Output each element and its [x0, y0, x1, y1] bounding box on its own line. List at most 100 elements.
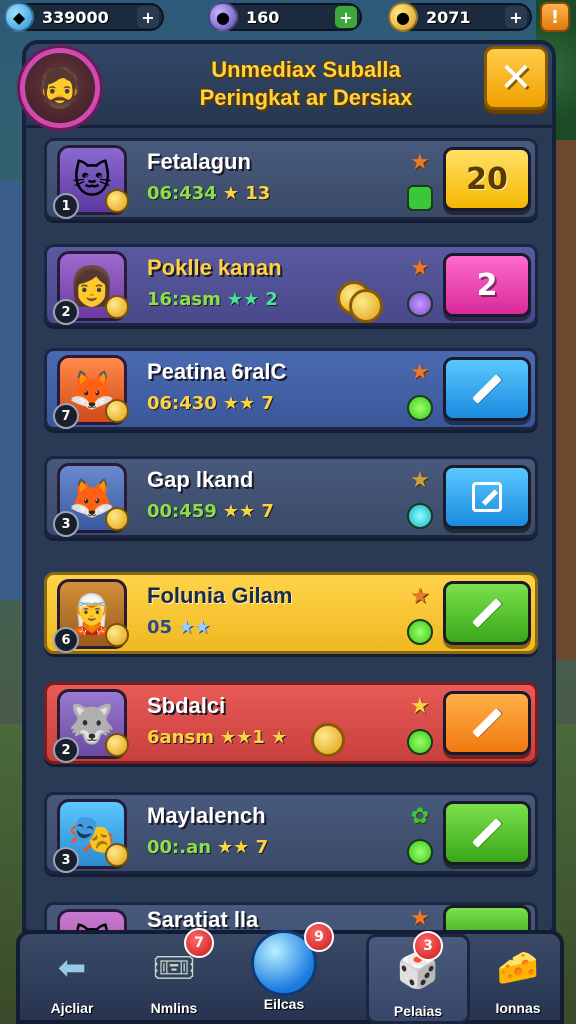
green-orb-icon — [407, 839, 433, 865]
coin-add-button[interactable]: + — [505, 6, 527, 28]
pencil-icon — [472, 374, 502, 404]
nav-item-events[interactable]: 9 Eilcas — [234, 922, 334, 1024]
panel-header: 🧔 Unmediax Suballa Peringkat ar Dersiax … — [20, 44, 552, 128]
nav-item-dice[interactable]: 🎲 3 Pelaias — [366, 931, 470, 1024]
page-title: Unmediax Suballa Peringkat ar Dersiax — [156, 56, 456, 112]
rank-value-button[interactable]: 2 — [443, 253, 531, 317]
player-stars: ★★ 2 — [226, 289, 278, 310]
green-orb-icon — [407, 729, 433, 755]
star-icon: ★ — [410, 905, 430, 931]
player-avatar[interactable]: 🧔 — [20, 48, 100, 128]
alert-button[interactable]: ! — [540, 2, 570, 32]
player-name: Gap lkand — [147, 467, 254, 492]
nav-item-rewards[interactable]: 🧀 Ionnas — [468, 934, 568, 1024]
player-name: Peatina 6ralC — [147, 359, 287, 384]
leaderboard-row[interactable]: 🎭 3 Maylalench 00:.an ★★ 7 ✿ — [44, 792, 538, 874]
rank-badge: 1 — [53, 193, 79, 219]
leaderboard-row[interactable]: 🦊 3 Gap lkand 00:459 ★★ 7 ★ — [44, 456, 538, 538]
leaderboard-row[interactable]: 👩 2 Poklle kanan 16:asm ★★ 2 ★ 2 — [44, 244, 538, 326]
nav-label: Ajcliar — [50, 1000, 94, 1016]
rank-badge: 3 — [53, 511, 79, 537]
player-name: Sbdalci — [147, 693, 226, 718]
notification-badge: 9 — [304, 922, 334, 952]
player-stars: ★★1 ★ — [219, 727, 288, 748]
edit-button[interactable] — [443, 581, 531, 645]
coin-icon — [105, 399, 129, 423]
star-icon: ★ — [410, 583, 430, 609]
purple-orb-icon — [407, 291, 433, 317]
back-arrow-icon: ⬅ — [57, 948, 87, 988]
player-stats: 6ansm ★★1 ★ — [147, 727, 287, 748]
notification-badge: 7 — [184, 928, 214, 958]
edit-button[interactable] — [443, 691, 531, 755]
coin-icon — [105, 189, 129, 213]
player-stars: ★ 13 — [222, 183, 271, 204]
notification-badge: 3 — [413, 931, 443, 961]
star-icon: ★ — [410, 359, 430, 385]
gem-counter: ◆ 339000 + — [4, 2, 164, 32]
player-score: 06:430 — [147, 393, 217, 414]
pencil-icon — [472, 818, 502, 848]
leaderboard-row[interactable]: 🐱 1 Fetalagun 06:434 ★ 13 ★ 20 — [44, 138, 538, 220]
player-stats: 06:434 ★ 13 — [147, 183, 270, 204]
cyan-orb-icon — [407, 503, 433, 529]
player-stats: 06:430 ★★ 7 — [147, 393, 274, 414]
green-orb-icon — [407, 619, 433, 645]
edit-icon — [472, 482, 502, 512]
player-stats: 00:459 ★★ 7 — [147, 501, 274, 522]
resource-bar: ◆ 339000 + ● 160 + ● 2071 + ! — [0, 0, 576, 34]
leaderboard-list[interactable]: 🐱 1 Fetalagun 06:434 ★ 13 ★ 20 👩 2 Poklle… — [40, 136, 540, 938]
pencil-icon — [472, 598, 502, 628]
leaderboard-row[interactable]: 🦊 7 Peatina 6ralC 06:430 ★★ 7 ★ — [44, 348, 538, 430]
player-stats: 16:asm ★★ 2 — [147, 289, 278, 310]
energy-add-button[interactable]: + — [335, 6, 357, 28]
pencil-icon — [472, 708, 502, 738]
star-icon: ★ — [410, 149, 430, 175]
star-icon: ★ — [410, 693, 430, 719]
coin-value: 2071 — [426, 7, 471, 27]
player-name: Poklle kanan — [147, 255, 282, 280]
rank-value-button[interactable]: 20 — [443, 147, 531, 211]
player-name: Folunia Gilam — [147, 583, 293, 608]
player-name: Fetalagun — [147, 149, 251, 174]
gem-icon: ◆ — [4, 2, 34, 32]
cheese-icon: 🧀 — [496, 948, 540, 988]
title-line-1: Unmediax Suballa — [211, 57, 401, 82]
leaderboard-row-current-player[interactable]: 🧝 6 Folunia Gilam 05 ★★ ★ — [44, 572, 538, 654]
player-stars: ★★ — [178, 617, 211, 638]
coin-icon — [105, 623, 129, 647]
clover-icon: ✿ — [410, 803, 430, 829]
energy-orb-icon: ● — [208, 2, 238, 32]
nav-item-back[interactable]: ⬅ Ajcliar — [22, 934, 122, 1024]
coin-pile-icon — [337, 281, 385, 323]
player-score: 00:.an — [147, 837, 212, 858]
edit-button[interactable] — [443, 801, 531, 865]
coin-icon: ● — [388, 2, 418, 32]
green-shape-icon — [407, 185, 433, 211]
coin-pile-icon — [311, 721, 359, 763]
nav-item-missions[interactable]: 🎟 7 Nmlins — [124, 928, 224, 1024]
player-score: 05 — [147, 617, 173, 638]
gem-add-button[interactable]: + — [137, 6, 159, 28]
rank-badge: 3 — [53, 847, 79, 873]
edit-button[interactable] — [443, 357, 531, 421]
rank-badge: 7 — [53, 403, 79, 429]
close-button[interactable]: ✕ — [484, 46, 548, 110]
bottom-navigation: ⬅ Ajcliar 🎟 7 Nmlins 9 Eilcas 🎲 3 Pelaia… — [16, 922, 564, 1024]
coin-icon — [105, 507, 129, 531]
nav-label: Nmlins — [150, 1000, 198, 1016]
player-stars: ★★ 7 — [217, 837, 269, 858]
gem-value: 339000 — [42, 7, 109, 27]
green-orb-icon — [407, 395, 433, 421]
player-stars: ★★ 7 — [222, 393, 274, 414]
player-score: 06:434 — [147, 183, 217, 204]
rank-badge: 2 — [53, 299, 79, 325]
edit-button[interactable] — [443, 465, 531, 529]
rank-badge: 2 — [53, 737, 79, 763]
star-icon: ★ — [410, 255, 430, 281]
leaderboard-row[interactable]: 🐺 2 Sbdalci 6ansm ★★1 ★ ★ — [44, 682, 538, 764]
nav-label: Eilcas — [263, 996, 305, 1012]
star-icon: ★ — [410, 467, 430, 493]
coin-counter: ● 2071 + — [388, 2, 532, 32]
player-score: 00:459 — [147, 501, 217, 522]
